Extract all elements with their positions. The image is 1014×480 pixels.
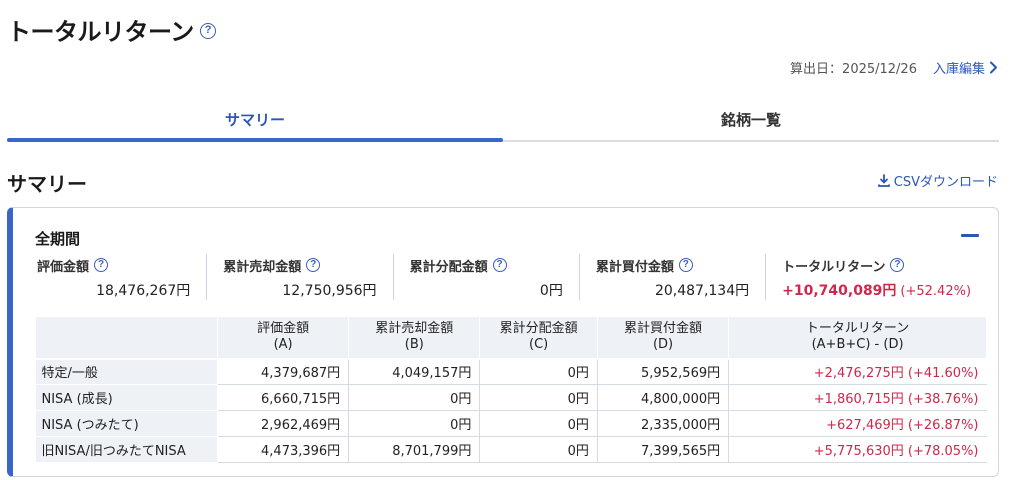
account-name: NISA (つみたて) — [35, 410, 218, 437]
calc-date: 算出日：2025/12/26 — [790, 62, 917, 77]
table-header: 累計売却金額 (B) — [348, 316, 481, 360]
help-icon[interactable]: ? — [492, 258, 507, 272]
summary-row: 評価金額? 18,476,267円 累計売却金額? 12,750,956円 累計… — [35, 254, 987, 300]
cell-total-return: +1,860,715円 (+38.76%) — [728, 384, 987, 411]
tab-holdings[interactable]: 銘柄一覧 — [503, 96, 999, 140]
cell-bought: 4,800,000円 — [597, 384, 730, 411]
tab-bar: サマリー 銘柄一覧 — [7, 96, 999, 142]
cell-total-return: +2,476,275円 (+41.60%) — [728, 358, 987, 385]
table-header: 評価金額 (A) — [216, 316, 350, 360]
help-icon[interactable]: ? — [199, 22, 216, 39]
cell-bought: 2,335,000円 — [597, 410, 730, 437]
summary-item-valuation: 評価金額? 18,476,267円 — [35, 254, 206, 300]
table-row: 旧NISA/旧つみたてNISA 4,473,396円 8,701,799円 0円… — [35, 436, 987, 463]
download-icon — [877, 174, 890, 187]
help-icon[interactable]: ? — [678, 258, 693, 272]
table-header-row: 評価金額 (A) 累計売却金額 (B) 累計分配金額 (C) 累計買付金額 (D) トー… — [35, 316, 987, 360]
summary-item-distribution: 累計分配金額? 0円 — [392, 254, 579, 300]
cell-valuation: 6,660,715円 — [217, 384, 350, 411]
table-header: 累計買付金額 (D) — [596, 316, 730, 360]
tab-summary[interactable]: サマリー — [7, 96, 503, 142]
section-title: サマリー — [7, 172, 87, 196]
summary-label: 累計買付金額 — [595, 259, 674, 275]
summary-label: 評価金額 — [37, 259, 90, 275]
page-title-text: トータルリターン — [7, 18, 194, 46]
summary-item-bought: 累計買付金額? 20,487,134円 — [578, 254, 765, 300]
cell-bought: 5,952,569円 — [597, 358, 730, 385]
account-name: 旧NISA/旧つみたてNISA — [35, 436, 218, 463]
csv-download-label: CSVダウンロード — [893, 175, 998, 190]
cell-distribution: 0円 — [479, 410, 598, 437]
cell-distribution: 0円 — [479, 384, 598, 411]
summary-label: トータルリターン — [782, 259, 886, 275]
summary-value: 18,476,267円 — [96, 283, 191, 299]
cell-sold: 4,049,157円 — [348, 358, 481, 385]
summary-value: 12,750,956円 — [282, 283, 377, 299]
table-row: 特定/一般 4,379,687円 4,049,157円 0円 5,952,569… — [35, 358, 987, 385]
cell-valuation: 4,379,687円 — [217, 358, 350, 385]
help-icon[interactable]: ? — [890, 258, 905, 272]
summary-label: 累計分配金額 — [409, 259, 488, 275]
summary-item-sold: 累計売却金額? 12,750,956円 — [206, 254, 392, 300]
cell-distribution: 0円 — [479, 358, 598, 385]
cell-distribution: 0円 — [479, 436, 598, 463]
date-row: 算出日：2025/12/26 入庫編集 — [790, 58, 998, 77]
help-icon[interactable]: ? — [306, 258, 321, 272]
total-return-amount: +10,740,089円 — [782, 283, 897, 299]
cell-bought: 7,399,565円 — [597, 436, 730, 463]
table-row: NISA (つみたて) 2,962,469円 0円 0円 2,335,000円 … — [35, 410, 987, 437]
summary-label: 累計売却金額 — [223, 259, 302, 275]
account-name: NISA (成長) — [35, 384, 218, 411]
edit-deposit-link[interactable]: 入庫編集 — [933, 58, 998, 77]
breakdown-table: 評価金額 (A) 累計売却金額 (B) 累計分配金額 (C) 累計買付金額 (D) トー… — [35, 316, 987, 463]
summary-card: 全期間 評価金額? 18,476,267円 累計売却金額? 12,750,956… — [7, 207, 999, 477]
table-header: 累計分配金額 (C) — [479, 316, 598, 360]
cell-sold: 0円 — [348, 384, 481, 411]
total-return-percent: (+52.42%) — [900, 284, 972, 299]
summary-value: 20,487,134円 — [654, 283, 750, 299]
csv-download-link[interactable]: CSVダウンロード — [877, 171, 998, 190]
cell-valuation: 2,962,469円 — [217, 410, 350, 437]
chevron-right-icon — [990, 61, 997, 74]
account-name: 特定/一般 — [35, 358, 218, 385]
page-title: トータルリターン ? — [7, 12, 216, 47]
table-row: NISA (成長) 6,660,715円 0円 0円 4,800,000円 +1… — [35, 384, 987, 411]
help-icon[interactable]: ? — [94, 258, 109, 272]
cell-sold: 8,701,799円 — [348, 436, 481, 463]
cell-sold: 0円 — [348, 410, 481, 437]
table-header: トータルリターン (A+B+C) - (D) — [728, 316, 987, 360]
summary-value: 0円 — [539, 283, 563, 299]
table-header-corner — [35, 316, 218, 360]
card-title: 全期間 — [35, 230, 81, 248]
edit-deposit-label: 入庫編集 — [932, 62, 985, 77]
cell-valuation: 4,473,396円 — [217, 436, 350, 463]
cell-total-return: +627,469円 (+26.87%) — [728, 410, 987, 437]
cell-total-return: +5,775,630円 (+78.05%) — [728, 436, 987, 463]
summary-item-total-return: トータルリターン? +10,740,089円 (+52.42%) — [765, 254, 987, 300]
collapse-icon[interactable] — [961, 234, 979, 237]
summary-value: +10,740,089円 (+52.42%) — [782, 280, 979, 300]
